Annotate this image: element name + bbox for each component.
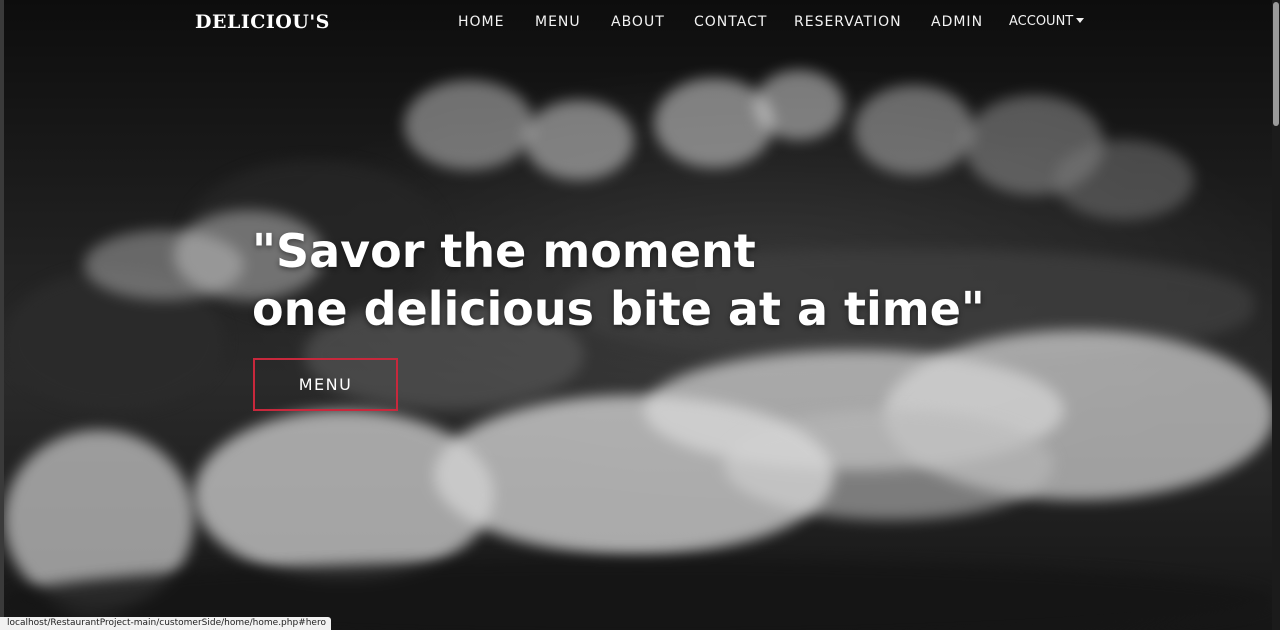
nav-account-dropdown[interactable]: ACCOUNT [1009,14,1085,29]
nav-admin[interactable]: ADMIN [931,14,983,30]
nav-about[interactable]: ABOUT [611,14,665,30]
nav-home[interactable]: HOME [458,14,504,30]
hero-headline-line1: "Savor the moment [252,224,756,278]
scrollbar[interactable] [1272,0,1280,630]
brand-logo[interactable]: DELICIOU'S [195,11,330,33]
navbar: DELICIOU'S HOME MENU ABOUT CONTACT RESER… [0,0,1272,44]
hero-headline: "Savor the moment one delicious bite at … [252,222,985,338]
nav-contact[interactable]: CONTACT [694,14,767,30]
status-bar-url: localhost/RestaurantProject-main/custome… [0,617,331,630]
scrollbar-thumb[interactable] [1273,2,1279,126]
caret-down-icon [1076,18,1085,23]
nav-account-label: ACCOUNT [1009,14,1074,29]
hero-headline-line2: one delicious bite at a time" [252,282,985,336]
nav-menu[interactable]: MENU [535,14,581,30]
hero-menu-button[interactable]: MENU [253,358,398,411]
nav-reservation[interactable]: RESERVATION [794,14,902,30]
